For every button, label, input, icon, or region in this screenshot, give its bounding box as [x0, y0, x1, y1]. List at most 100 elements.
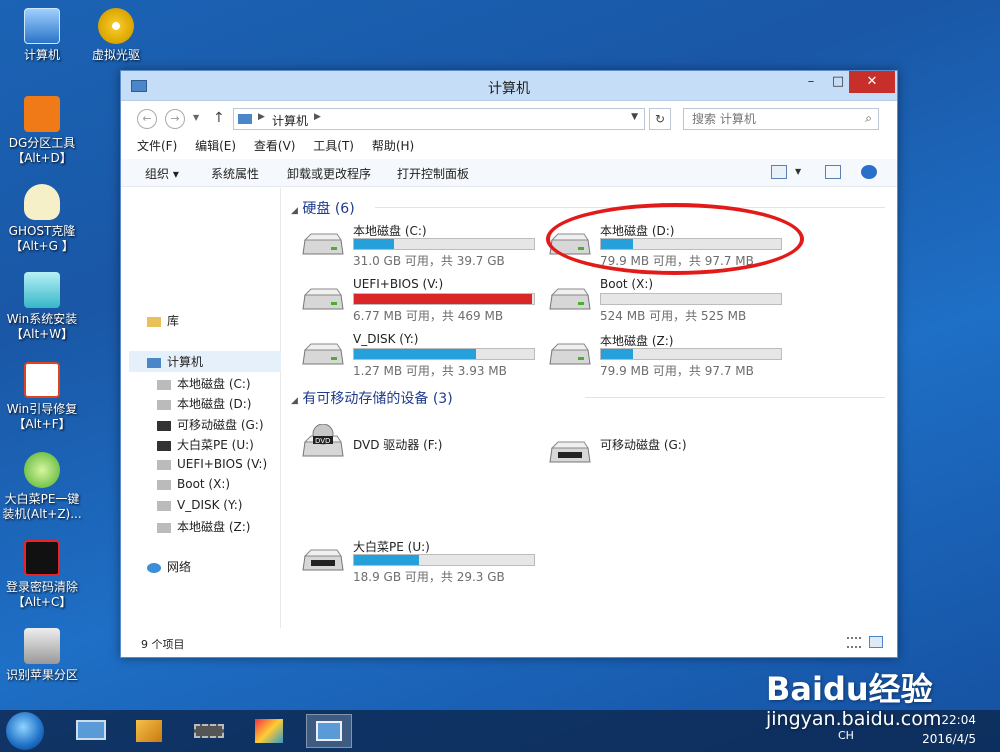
hard-drive-icon — [157, 399, 171, 410]
maximize-button[interactable]: □ — [825, 71, 851, 93]
drive-tile-v[interactable]: UEFI+BIOS (V:) 6.77 MB 可用，共 469 MB — [301, 277, 541, 329]
nav-item-library[interactable]: 库 — [147, 312, 179, 329]
open-control-panel-button[interactable]: 打开控制面板 — [397, 165, 469, 182]
usage-bar — [353, 293, 535, 305]
nav-label: V_DISK (Y:) — [177, 498, 243, 512]
taskbar-app-cleanup[interactable] — [126, 714, 172, 748]
nav-item-computer[interactable]: 计算机 — [129, 351, 281, 372]
title-bar[interactable]: 计算机 – □ ✕ — [121, 71, 897, 101]
taskbar-app-tools[interactable] — [246, 714, 292, 748]
drive-tile-u[interactable]: 大白菜PE (U:) 18.9 GB 可用，共 29.3 GB — [301, 538, 541, 590]
menu-view[interactable]: 查看(V) — [254, 139, 296, 153]
drive-space: 79.9 MB 可用，共 97.7 MB — [600, 364, 754, 378]
address-dropdown-icon[interactable]: ▼ — [631, 112, 638, 122]
preview-pane-icon[interactable] — [825, 165, 841, 179]
clock-date[interactable]: 2016/4/5 — [918, 732, 976, 746]
drive-space: 1.27 MB 可用，共 3.93 MB — [353, 364, 507, 378]
details-view-icon[interactable] — [847, 637, 861, 648]
drive-tile-x[interactable]: Boot (X:) 524 MB 可用，共 525 MB — [548, 277, 788, 329]
large-icons-view-icon[interactable] — [869, 636, 883, 648]
desktop-icon-computer[interactable]: 计算机 — [0, 8, 84, 63]
taskbar-app-chip[interactable] — [186, 714, 232, 748]
nav-item-drive-y[interactable]: V_DISK (Y:) — [157, 498, 242, 512]
breadcrumb-chevron-icon[interactable]: ▶ — [314, 112, 321, 122]
drive-tile-dvd[interactable]: DVD DVD 驱动器 (F:) — [301, 423, 541, 482]
taskbar-app-explorer[interactable] — [306, 714, 352, 748]
dg-partition-icon — [24, 96, 60, 132]
desktop-icon-onekey-install[interactable]: 大白菜PE一键 装机(Alt+Z)... — [0, 452, 84, 522]
nav-item-network[interactable]: 网络 — [147, 558, 191, 575]
address-bar[interactable]: ▶ 计算机 ▶ ▼ — [233, 108, 645, 130]
uninstall-program-button[interactable]: 卸载或更改程序 — [287, 165, 371, 182]
win-install-icon — [24, 272, 60, 308]
nav-label: 本地磁盘 (D:) — [177, 397, 252, 411]
minimize-button[interactable]: – — [797, 71, 825, 93]
desktop-icon-dg-tool[interactable]: DG分区工具 【Alt+D】 — [0, 96, 84, 166]
close-button[interactable]: ✕ — [849, 71, 895, 93]
usb-drive-icon — [301, 546, 345, 574]
usage-fill — [601, 349, 634, 359]
menu-help[interactable]: 帮助(H) — [372, 139, 414, 153]
search-input[interactable] — [684, 109, 844, 129]
address-bar-row: ← → ▼ ↑ ▶ 计算机 ▶ ▼ ↻ ⌕ — [121, 105, 897, 133]
password-clear-icon — [24, 540, 60, 576]
menu-bar: 文件(F) 编辑(E) 查看(V) 工具(T) 帮助(H) — [137, 137, 428, 157]
view-options-chevron-icon[interactable]: ▼ — [795, 167, 811, 181]
menu-edit[interactable]: 编辑(E) — [195, 139, 236, 153]
drive-tile-c[interactable]: 本地磁盘 (C:) 31.0 GB 可用，共 39.7 GB — [301, 222, 541, 274]
svg-text:DVD: DVD — [315, 437, 330, 445]
desktop-icon-virtual-drive[interactable]: 虚拟光驱 — [74, 8, 158, 63]
usage-bar — [353, 348, 535, 360]
taskbar-app-monitor[interactable] — [68, 714, 114, 748]
desktop-icon-label: Win系统安装 【Alt+W】 — [6, 312, 78, 341]
nav-item-drive-c[interactable]: 本地磁盘 (C:) — [157, 375, 251, 392]
drive-tile-z[interactable]: 本地磁盘 (Z:) 79.9 MB 可用，共 97.7 MB — [548, 332, 788, 384]
network-icon — [147, 562, 161, 573]
nav-item-drive-d[interactable]: 本地磁盘 (D:) — [157, 395, 251, 412]
desktop-icon-label: GHOST克隆 【Alt+G 】 — [8, 224, 76, 253]
system-properties-button[interactable]: 系统属性 — [211, 165, 259, 182]
back-arrow-icon[interactable]: ← — [137, 109, 157, 129]
refresh-icon[interactable]: ↻ — [649, 108, 671, 130]
desktop-icon-label: 大白菜PE一键 装机(Alt+Z)... — [2, 492, 82, 521]
nav-item-drive-z[interactable]: 本地磁盘 (Z:) — [157, 518, 250, 535]
desktop-icon-apple-partition[interactable]: 识别苹果分区 — [0, 628, 84, 683]
desktop-icon-password-clear[interactable]: 登录密码清除 【Alt+C】 — [0, 540, 84, 610]
search-icon[interactable]: ⌕ — [865, 111, 872, 126]
start-button[interactable] — [6, 712, 44, 750]
drive-space: 6.77 MB 可用，共 469 MB — [353, 309, 504, 323]
hard-disk-icon — [24, 628, 60, 664]
group-label: 有可移动存储的设备 (3) — [302, 391, 453, 407]
hard-drive-icon — [301, 285, 345, 313]
nav-item-drive-u[interactable]: 大白菜PE (U:) — [157, 436, 254, 453]
desktop-icon-win-install[interactable]: Win系统安装 【Alt+W】 — [0, 272, 84, 342]
language-indicator[interactable]: CH — [838, 729, 854, 742]
nav-item-drive-v[interactable]: UEFI+BIOS (V:) — [157, 457, 267, 471]
explorer-window: 计算机 – □ ✕ ← → ▼ ↑ ▶ 计算机 ▶ ▼ ↻ ⌕ 文件(F) 编辑… — [120, 70, 898, 658]
search-box[interactable]: ⌕ — [683, 108, 879, 130]
collapse-chevron-icon[interactable]: ◢ — [291, 396, 298, 406]
up-arrow-icon[interactable]: ↑ — [213, 110, 225, 126]
drive-space: 31.0 GB 可用，共 39.7 GB — [353, 254, 505, 268]
drive-tile-y[interactable]: V_DISK (Y:) 1.27 MB 可用，共 3.93 MB — [301, 332, 541, 384]
desktop-icon-boot-repair[interactable]: Win引导修复 【Alt+F】 — [0, 362, 84, 432]
drive-tile-g[interactable]: 可移动磁盘 (G:) — [548, 430, 788, 482]
organize-button[interactable]: 组织 ▾ — [145, 165, 179, 182]
group-header-removable[interactable]: ◢ 有可移动存储的设备 (3) — [291, 388, 453, 408]
nav-item-drive-g[interactable]: 可移动磁盘 (G:) — [157, 416, 264, 433]
collapse-chevron-icon[interactable]: ◢ — [291, 206, 298, 216]
desktop-icon-label: Win引导修复 【Alt+F】 — [6, 402, 78, 431]
breadcrumb-computer[interactable]: 计算机 — [272, 112, 308, 129]
ghost-icon — [24, 184, 60, 220]
menu-file[interactable]: 文件(F) — [137, 139, 177, 153]
breadcrumb-chevron-icon[interactable]: ▶ — [258, 112, 265, 122]
help-icon[interactable] — [861, 165, 877, 179]
menu-tools[interactable]: 工具(T) — [313, 139, 354, 153]
recent-locations-chevron-icon[interactable]: ▼ — [193, 113, 199, 122]
group-header-hard-disks[interactable]: ◢ 硬盘 (6) — [291, 198, 355, 218]
desktop-icon-ghost[interactable]: GHOST克隆 【Alt+G 】 — [0, 184, 84, 254]
nav-item-drive-x[interactable]: Boot (X:) — [157, 477, 230, 491]
hard-drive-icon — [157, 479, 171, 490]
forward-arrow-icon[interactable]: → — [165, 109, 185, 129]
change-view-icon[interactable] — [771, 165, 787, 179]
